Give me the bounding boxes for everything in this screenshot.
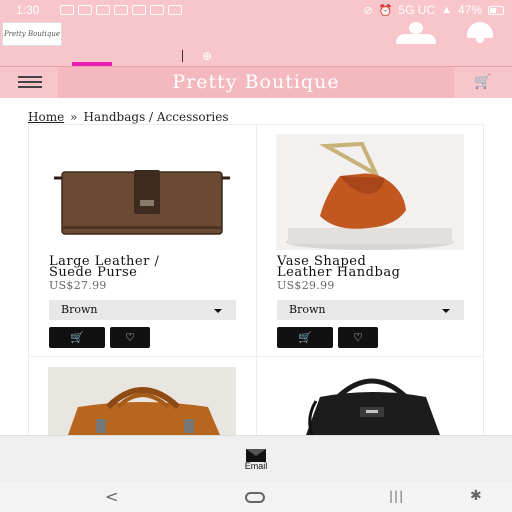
product-price: US$27.99 [49, 279, 107, 292]
system-nav-bar: < ||| ✱ [0, 482, 512, 512]
product-image-leather-purse[interactable] [48, 134, 236, 246]
wishlist-button[interactable]: ♡ [110, 327, 150, 348]
add-to-cart-button[interactable]: 🛒 [49, 327, 105, 348]
wishlist-button[interactable]: ♡ [338, 327, 378, 348]
add-to-cart-button[interactable]: 🛒 [277, 327, 333, 348]
status-right: ⊘ ⏰ 5G UC ▲ 47% [363, 3, 504, 17]
tmobile-icon [132, 5, 146, 15]
breadcrumb-home[interactable]: Home [28, 110, 64, 124]
battery-icon [488, 5, 504, 15]
cloud-icon [150, 5, 164, 15]
color-select-value: Brown [61, 303, 98, 316]
home-icon[interactable] [245, 492, 265, 503]
product-name[interactable]: Large Leather / Suede Purse [49, 255, 159, 280]
grid-divider [28, 356, 484, 357]
hamburger-icon[interactable] [0, 67, 58, 98]
product-image-black-bucket-bag[interactable] [276, 367, 464, 435]
grid-divider [256, 124, 257, 444]
site-title[interactable]: Pretty Boutique [58, 67, 454, 98]
breadcrumb-current: Handbags / Accessories [83, 110, 229, 124]
status-time: 1:30 [16, 3, 40, 17]
battery-percent: 47% [457, 3, 482, 17]
product-name[interactable]: Vase Shaped Leather Handbag [277, 255, 401, 280]
text-cursor [182, 50, 183, 62]
product-name-line: Leather Handbag [277, 265, 401, 280]
alarm-icon: ⏰ [378, 4, 393, 17]
product-image-vase-handbag[interactable] [276, 134, 464, 250]
store-logo[interactable]: Pretty Boutique [2, 22, 62, 46]
color-select[interactable]: Brown [49, 300, 236, 320]
product-name-line: Suede Purse [49, 265, 138, 280]
voicemail-icon [78, 5, 92, 15]
color-select-value: Brown [289, 303, 326, 316]
accessibility-icon[interactable]: ✱ [470, 488, 482, 504]
product-price: US$29.99 [277, 279, 335, 292]
chevron-down-icon [442, 309, 450, 313]
recent-apps-icon[interactable]: ||| [389, 489, 404, 503]
network-label: 5G UC [398, 3, 436, 17]
gmail-icon [96, 5, 110, 15]
chevron-down-icon [214, 309, 222, 313]
status-bar: 1:30 ⊘ ⏰ 5G UC ▲ 47% [0, 0, 512, 20]
bird-icon [168, 5, 182, 15]
back-icon[interactable]: < [105, 487, 118, 506]
tmobile-icon [114, 5, 128, 15]
app-header: Pretty Boutique ⊕ [0, 20, 512, 66]
globe-icon[interactable]: ⊕ [194, 49, 220, 63]
notification-icons [60, 5, 182, 15]
cart-icon[interactable]: 🛒 [454, 67, 512, 98]
user-icon[interactable] [394, 22, 438, 44]
product-image-tan-satchel[interactable] [48, 367, 236, 435]
email-label[interactable]: Email [0, 461, 512, 471]
mute-icon: ⊘ [363, 4, 373, 17]
color-select[interactable]: Brown [277, 300, 464, 320]
signal-icon: ▲ [441, 4, 452, 16]
email-notif-icon [60, 5, 74, 15]
bell-icon[interactable] [463, 20, 497, 44]
breadcrumb: Home » Handbags / Accessories [28, 110, 228, 124]
email-bar[interactable]: Email [0, 435, 512, 482]
site-nav: Pretty Boutique 🛒 [0, 66, 512, 98]
breadcrumb-separator: » [70, 110, 78, 124]
